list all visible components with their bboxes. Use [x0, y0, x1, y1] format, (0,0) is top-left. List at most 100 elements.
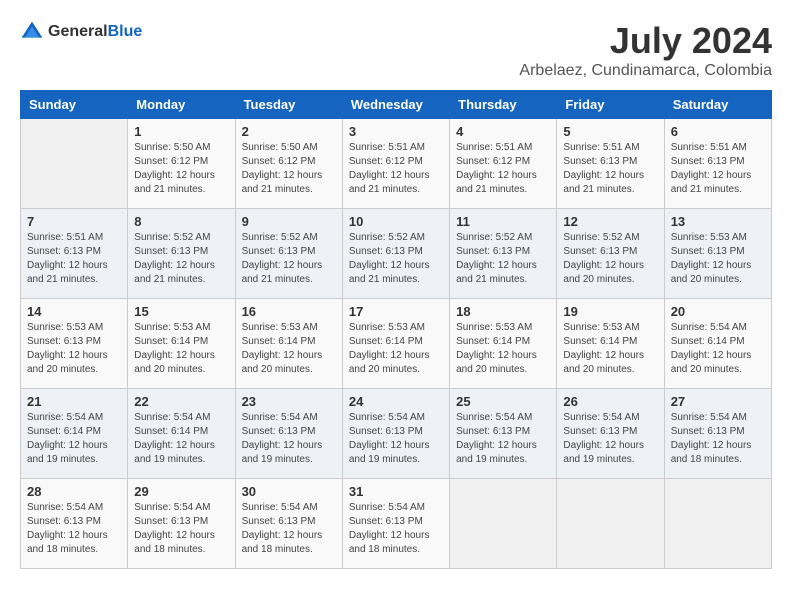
- calendar-day-cell: 19 Sunrise: 5:53 AMSunset: 6:14 PMDayligh…: [557, 299, 664, 389]
- day-number: 18: [456, 304, 550, 319]
- calendar-day-cell: 12 Sunrise: 5:52 AMSunset: 6:13 PMDayligh…: [557, 209, 664, 299]
- day-info: Sunrise: 5:52 AMSunset: 6:13 PMDaylight:…: [349, 231, 443, 287]
- day-number: 1: [134, 124, 228, 139]
- day-number: 11: [456, 214, 550, 229]
- day-number: 17: [349, 304, 443, 319]
- calendar-day-cell: 5 Sunrise: 5:51 AMSunset: 6:13 PMDaylight…: [557, 119, 664, 209]
- calendar-body: 1 Sunrise: 5:50 AMSunset: 6:12 PMDaylight…: [21, 119, 772, 569]
- day-info: Sunrise: 5:51 AMSunset: 6:12 PMDaylight:…: [456, 141, 550, 197]
- day-info: Sunrise: 5:50 AMSunset: 6:12 PMDaylight:…: [134, 141, 228, 197]
- day-info: Sunrise: 5:52 AMSunset: 6:13 PMDaylight:…: [563, 231, 657, 287]
- calendar-week-row: 14 Sunrise: 5:53 AMSunset: 6:13 PMDayligh…: [21, 299, 772, 389]
- day-number: 27: [671, 394, 765, 409]
- weekday-header-cell: Thursday: [450, 91, 557, 119]
- logo-general: General: [48, 23, 108, 40]
- day-number: 20: [671, 304, 765, 319]
- weekday-header-cell: Sunday: [21, 91, 128, 119]
- calendar-day-cell: [557, 479, 664, 569]
- day-number: 30: [242, 484, 336, 499]
- calendar-day-cell: 7 Sunrise: 5:51 AMSunset: 6:13 PMDaylight…: [21, 209, 128, 299]
- logo-blue: Blue: [108, 23, 143, 40]
- page-header: GeneralBlue July 2024 Arbelaez, Cundinam…: [20, 20, 772, 80]
- day-info: Sunrise: 5:52 AMSunset: 6:13 PMDaylight:…: [456, 231, 550, 287]
- day-number: 12: [563, 214, 657, 229]
- day-info: Sunrise: 5:53 AMSunset: 6:13 PMDaylight:…: [671, 231, 765, 287]
- day-number: 8: [134, 214, 228, 229]
- day-info: Sunrise: 5:54 AMSunset: 6:14 PMDaylight:…: [671, 321, 765, 377]
- day-number: 14: [27, 304, 121, 319]
- logo: GeneralBlue: [20, 20, 142, 44]
- day-info: Sunrise: 5:51 AMSunset: 6:13 PMDaylight:…: [27, 231, 121, 287]
- day-number: 6: [671, 124, 765, 139]
- location-title: Arbelaez, Cundinamarca, Colombia: [519, 62, 772, 80]
- calendar-day-cell: 2 Sunrise: 5:50 AMSunset: 6:12 PMDaylight…: [235, 119, 342, 209]
- day-info: Sunrise: 5:54 AMSunset: 6:13 PMDaylight:…: [563, 411, 657, 467]
- day-number: 5: [563, 124, 657, 139]
- day-info: Sunrise: 5:53 AMSunset: 6:14 PMDaylight:…: [242, 321, 336, 377]
- day-info: Sunrise: 5:50 AMSunset: 6:12 PMDaylight:…: [242, 141, 336, 197]
- day-info: Sunrise: 5:53 AMSunset: 6:14 PMDaylight:…: [563, 321, 657, 377]
- day-info: Sunrise: 5:54 AMSunset: 6:13 PMDaylight:…: [27, 501, 121, 557]
- day-number: 28: [27, 484, 121, 499]
- day-number: 7: [27, 214, 121, 229]
- day-number: 16: [242, 304, 336, 319]
- month-title: July 2024: [519, 20, 772, 62]
- calendar-day-cell: 28 Sunrise: 5:54 AMSunset: 6:13 PMDayligh…: [21, 479, 128, 569]
- day-info: Sunrise: 5:51 AMSunset: 6:13 PMDaylight:…: [563, 141, 657, 197]
- calendar-day-cell: 10 Sunrise: 5:52 AMSunset: 6:13 PMDayligh…: [342, 209, 449, 299]
- day-info: Sunrise: 5:53 AMSunset: 6:14 PMDaylight:…: [134, 321, 228, 377]
- calendar-day-cell: 30Sunrise: 5:54 AMSunset: 6:13 PMDayligh…: [235, 479, 342, 569]
- weekday-header-cell: Saturday: [664, 91, 771, 119]
- calendar-week-row: 1 Sunrise: 5:50 AMSunset: 6:12 PMDaylight…: [21, 119, 772, 209]
- calendar-day-cell: 3Sunrise: 5:51 AMSunset: 6:12 PMDaylight…: [342, 119, 449, 209]
- weekday-header-cell: Friday: [557, 91, 664, 119]
- day-info: Sunrise: 5:54 AMSunset: 6:13 PMDaylight:…: [456, 411, 550, 467]
- calendar-day-cell: 21Sunrise: 5:54 AMSunset: 6:14 PMDayligh…: [21, 389, 128, 479]
- day-info: Sunrise: 5:52 AMSunset: 6:13 PMDaylight:…: [134, 231, 228, 287]
- day-number: 29: [134, 484, 228, 499]
- day-info: Sunrise: 5:54 AMSunset: 6:13 PMDaylight:…: [349, 411, 443, 467]
- calendar-week-row: 21 Sunrise: 5:54 AMSunset: 6:14 PMDayligh…: [21, 389, 772, 479]
- calendar-day-cell: 25 Sunrise: 5:54 AMSunset: 6:13 PMDayligh…: [450, 389, 557, 479]
- day-number: 25: [456, 394, 550, 409]
- calendar-day-cell: 17 Sunrise: 5:53 AMSunset: 6:14 PMDayligh…: [342, 299, 449, 389]
- weekday-header-cell: Wednesday: [342, 91, 449, 119]
- calendar-week-row: 28 Sunrise: 5:54 AMSunset: 6:13 PMDayligh…: [21, 479, 772, 569]
- day-info: Sunrise: 5:51 AMSunset: 6:12 PMDaylight:…: [349, 141, 443, 197]
- calendar-day-cell: 18 Sunrise: 5:53 AMSunset: 6:14 PMDayligh…: [450, 299, 557, 389]
- logo-text: GeneralBlue: [48, 23, 142, 41]
- calendar-day-cell: 26Sunrise: 5:54 AMSunset: 6:13 PMDayligh…: [557, 389, 664, 479]
- day-info: Sunrise: 5:54 AMSunset: 6:13 PMDaylight:…: [134, 501, 228, 557]
- calendar-day-cell: 23Sunrise: 5:54 AMSunset: 6:13 PMDayligh…: [235, 389, 342, 479]
- day-number: 9: [242, 214, 336, 229]
- day-info: Sunrise: 5:53 AMSunset: 6:13 PMDaylight:…: [27, 321, 121, 377]
- calendar-day-cell: 1 Sunrise: 5:50 AMSunset: 6:12 PMDaylight…: [128, 119, 235, 209]
- day-number: 10: [349, 214, 443, 229]
- calendar-day-cell: 31Sunrise: 5:54 AMSunset: 6:13 PMDayligh…: [342, 479, 449, 569]
- day-info: Sunrise: 5:54 AMSunset: 6:13 PMDaylight:…: [242, 411, 336, 467]
- calendar-day-cell: 22 Sunrise: 5:54 AMSunset: 6:14 PMDayligh…: [128, 389, 235, 479]
- calendar-day-cell: 8 Sunrise: 5:52 AMSunset: 6:13 PMDaylight…: [128, 209, 235, 299]
- day-number: 13: [671, 214, 765, 229]
- day-info: Sunrise: 5:53 AMSunset: 6:14 PMDaylight:…: [349, 321, 443, 377]
- day-number: 24: [349, 394, 443, 409]
- calendar-week-row: 7 Sunrise: 5:51 AMSunset: 6:13 PMDaylight…: [21, 209, 772, 299]
- weekday-header-row: SundayMondayTuesdayWednesdayThursdayFrid…: [21, 91, 772, 119]
- title-area: July 2024 Arbelaez, Cundinamarca, Colomb…: [519, 20, 772, 80]
- day-info: Sunrise: 5:54 AMSunset: 6:13 PMDaylight:…: [671, 411, 765, 467]
- weekday-header-cell: Monday: [128, 91, 235, 119]
- calendar-day-cell: 20 Sunrise: 5:54 AMSunset: 6:14 PMDayligh…: [664, 299, 771, 389]
- day-number: 19: [563, 304, 657, 319]
- calendar-day-cell: [664, 479, 771, 569]
- day-info: Sunrise: 5:54 AMSunset: 6:13 PMDaylight:…: [349, 501, 443, 557]
- day-info: Sunrise: 5:52 AMSunset: 6:13 PMDaylight:…: [242, 231, 336, 287]
- calendar-table: SundayMondayTuesdayWednesdayThursdayFrid…: [20, 90, 772, 569]
- day-info: Sunrise: 5:51 AMSunset: 6:13 PMDaylight:…: [671, 141, 765, 197]
- day-number: 22: [134, 394, 228, 409]
- calendar-day-cell: 13 Sunrise: 5:53 AMSunset: 6:13 PMDayligh…: [664, 209, 771, 299]
- day-info: Sunrise: 5:54 AMSunset: 6:14 PMDaylight:…: [134, 411, 228, 467]
- day-number: 2: [242, 124, 336, 139]
- calendar-day-cell: 14 Sunrise: 5:53 AMSunset: 6:13 PMDayligh…: [21, 299, 128, 389]
- day-info: Sunrise: 5:53 AMSunset: 6:14 PMDaylight:…: [456, 321, 550, 377]
- day-number: 21: [27, 394, 121, 409]
